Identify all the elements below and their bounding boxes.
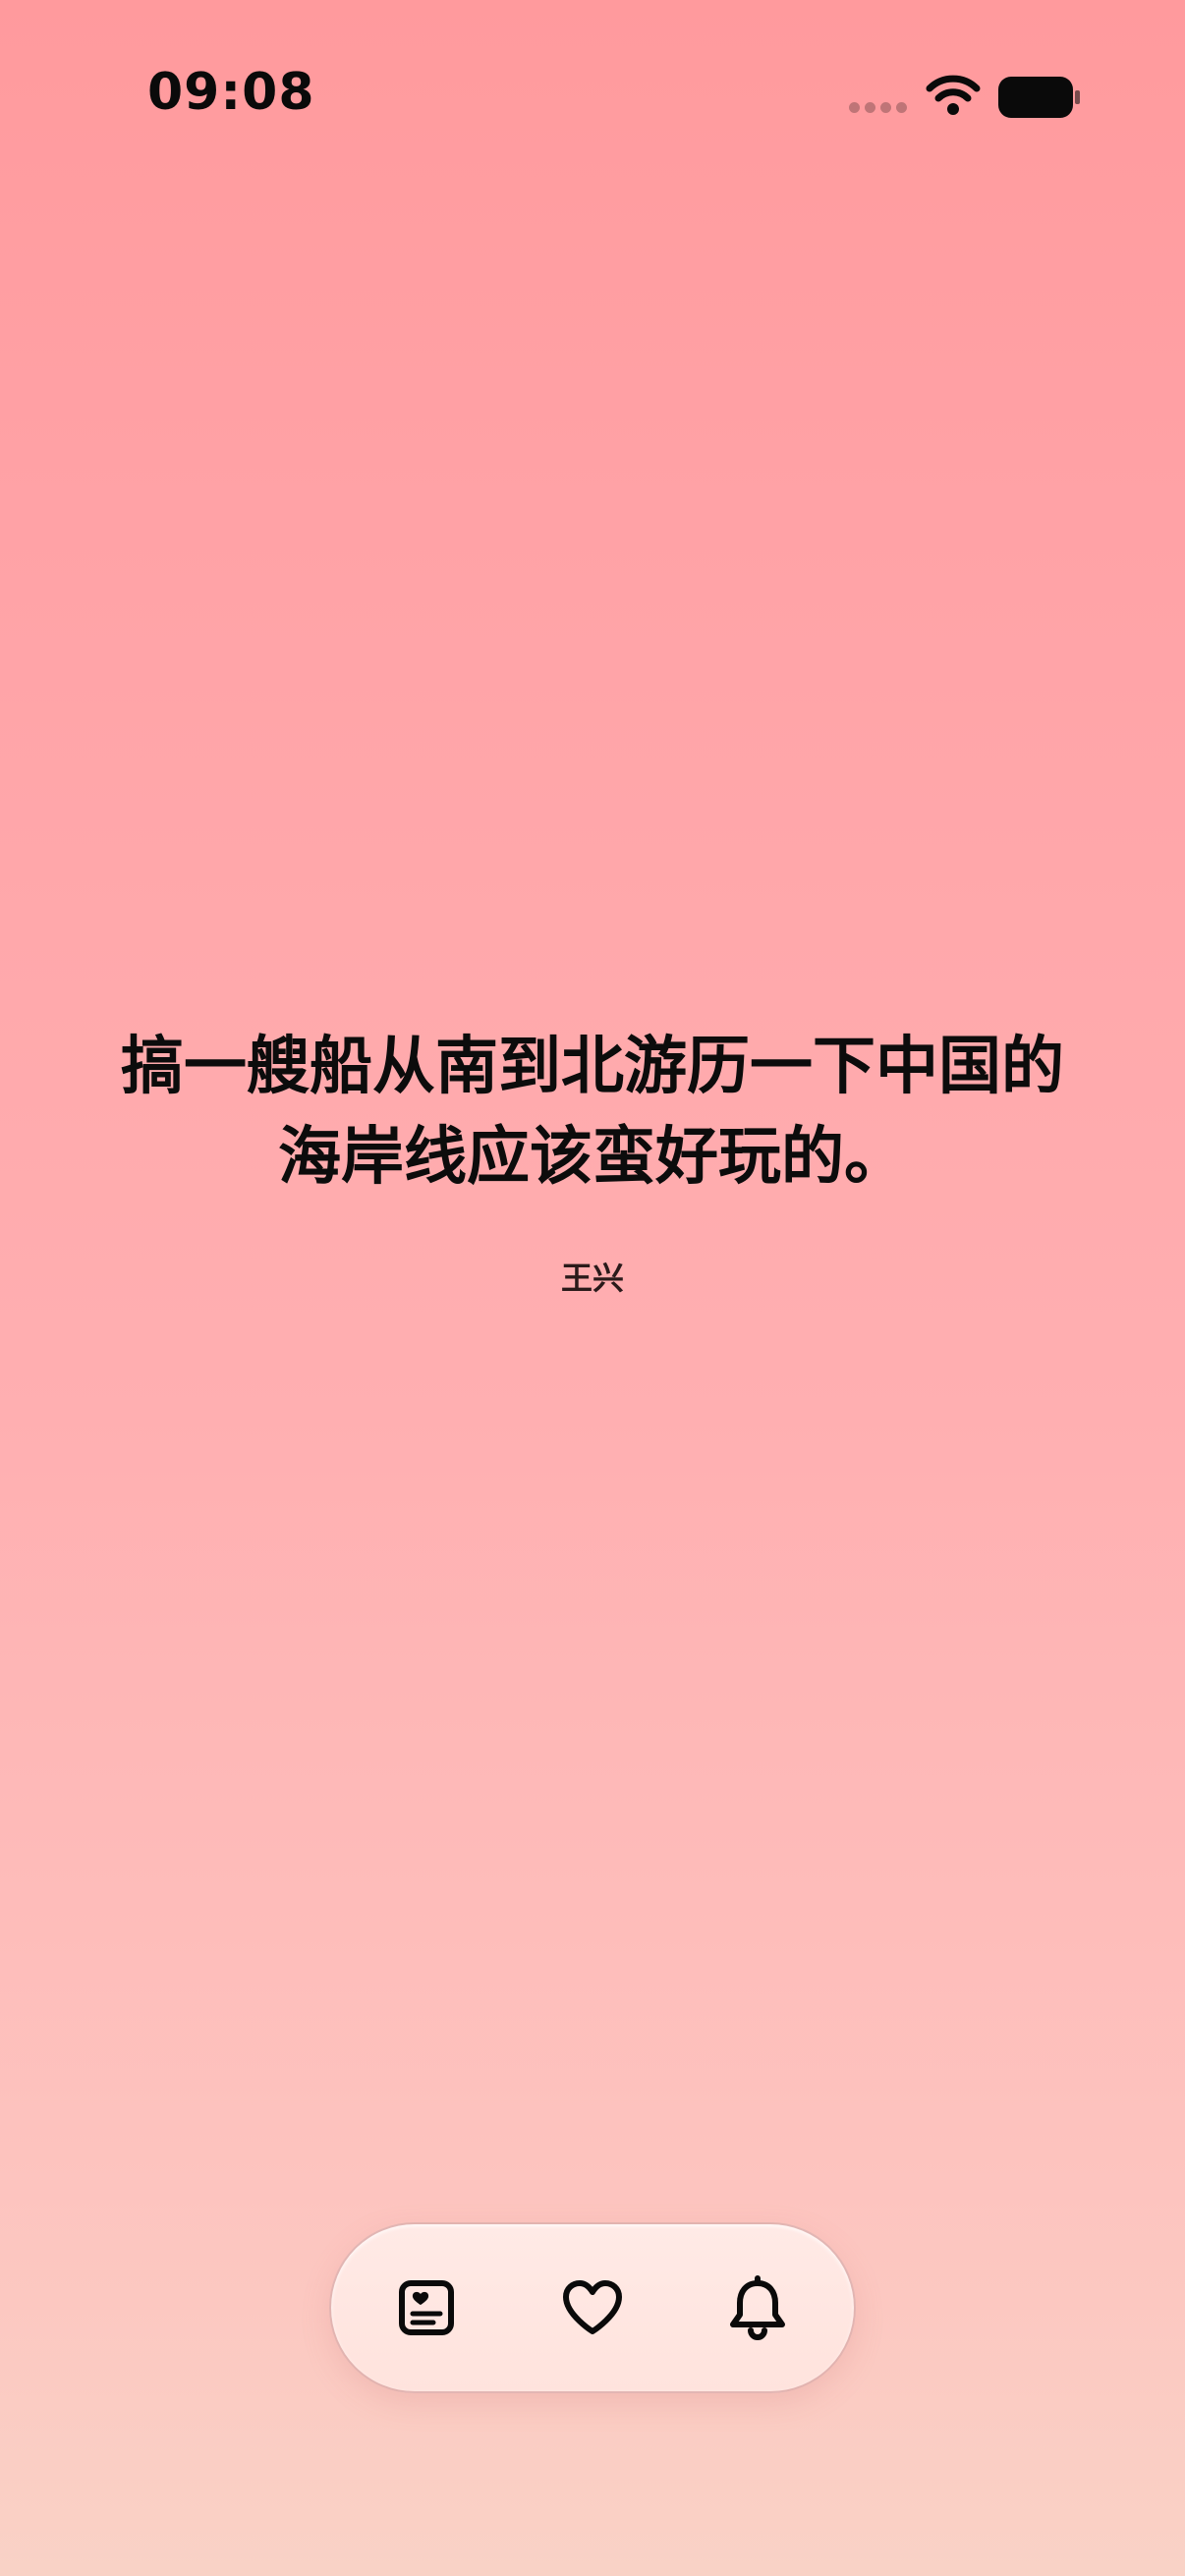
heart-icon: [563, 2280, 622, 2334]
nav-favorites-button[interactable]: [548, 2264, 637, 2352]
status-bar: 09:08: [0, 0, 1185, 196]
signal-dots-icon: [849, 102, 907, 113]
quote-text: 搞一艘船从南到北游历一下中国的海岸线应该蛮好玩的。: [121, 1031, 1064, 1194]
quote-card-icon: [399, 2280, 454, 2335]
quote-author: 王兴: [560, 1260, 624, 1297]
bottom-nav-bar: [329, 2222, 856, 2393]
nav-quotes-button[interactable]: [382, 2264, 471, 2352]
nav-notifications-button[interactable]: [713, 2264, 802, 2352]
battery-icon: [998, 77, 1080, 118]
wifi-icon: [926, 75, 981, 115]
bell-icon: [730, 2275, 785, 2340]
status-time: 09:08: [147, 63, 315, 122]
quote-card: 搞一艘船从南到北游历一下中国的海岸线应该蛮好玩的。 王兴: [59, 1022, 1126, 1299]
